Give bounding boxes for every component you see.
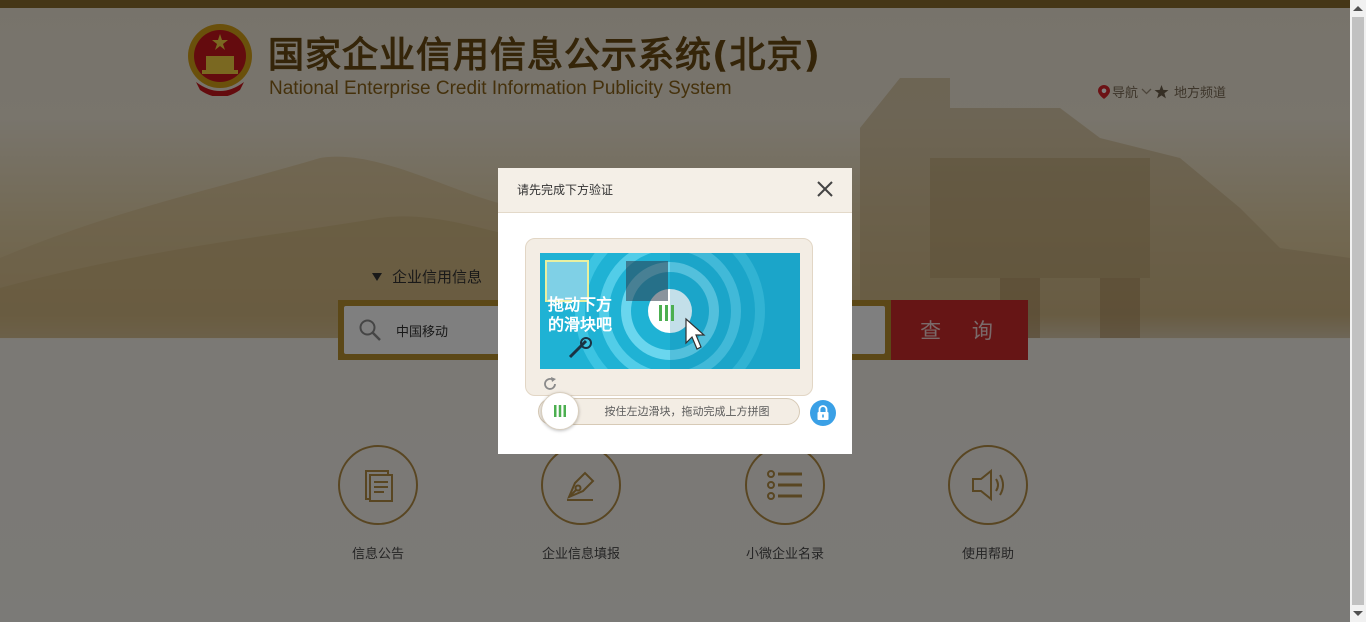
close-icon[interactable]	[815, 179, 835, 199]
lock-badge	[810, 400, 836, 426]
scrollbar-thumb[interactable]	[1352, 17, 1364, 605]
dialog-header: 请先完成下方验证	[498, 168, 852, 213]
verification-dialog: 请先完成下方验证 拖动下方 的滑块吧 按住左边滑块，拖动完成上方拼图	[498, 168, 852, 454]
refresh-icon[interactable]	[542, 376, 558, 392]
captcha-text-line2: 的滑块吧	[548, 315, 613, 334]
captcha-panel: 拖动下方 的滑块吧	[525, 238, 813, 396]
scroll-down-arrow-icon[interactable]	[1353, 611, 1363, 616]
dialog-title: 请先完成下方验证	[517, 183, 614, 197]
captcha-puzzle-image: 拖动下方 的滑块吧	[540, 253, 800, 369]
scroll-up-arrow-icon[interactable]	[1353, 6, 1363, 11]
lock-icon	[817, 405, 829, 420]
grip-icon	[554, 405, 566, 417]
slider-handle[interactable]	[541, 392, 579, 430]
